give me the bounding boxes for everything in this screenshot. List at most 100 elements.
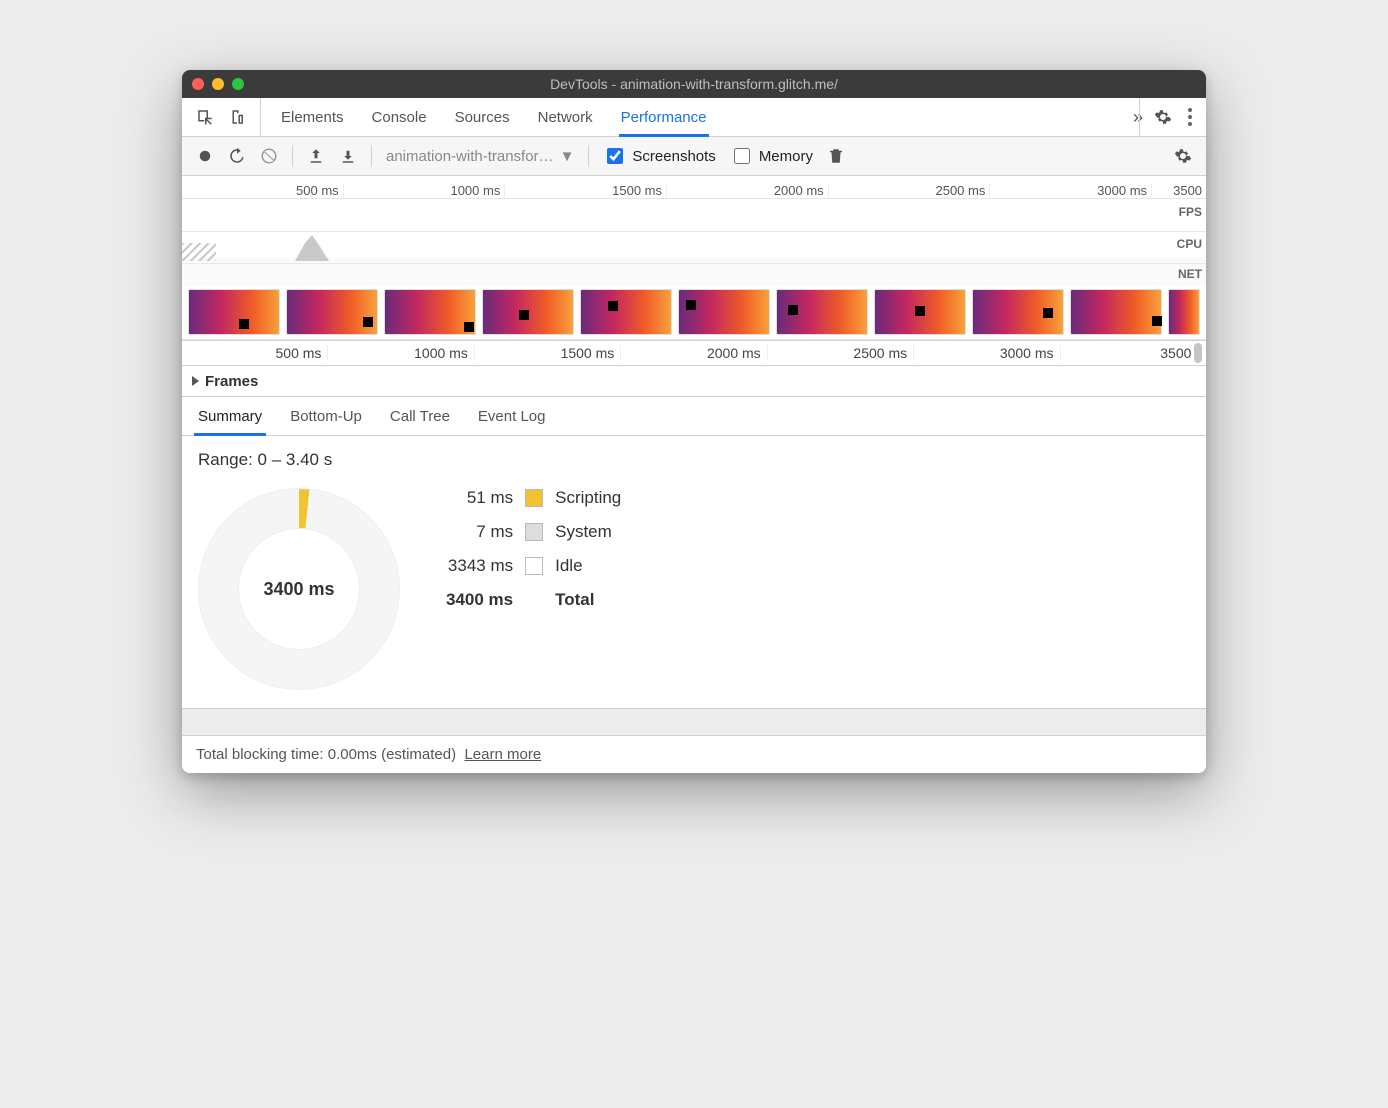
legend-total-time: 3400 ms bbox=[446, 590, 513, 610]
filmstrip-frame[interactable] bbox=[972, 289, 1064, 335]
learn-more-link[interactable]: Learn more bbox=[464, 746, 541, 763]
inspect-element-icon[interactable] bbox=[196, 108, 214, 126]
load-profile-icon[interactable] bbox=[307, 147, 325, 165]
legend-total-label: Total bbox=[555, 590, 621, 610]
screenshots-label: Screenshots bbox=[632, 148, 715, 165]
summary-donut-chart: 3400 ms bbox=[198, 488, 398, 688]
subtab-summary[interactable]: Summary bbox=[198, 397, 262, 435]
anim-box bbox=[1152, 316, 1162, 326]
memory-label: Memory bbox=[759, 148, 813, 165]
main-tabstrip: Elements Console Sources Network Performance… bbox=[182, 98, 1206, 137]
filmstrip-frame[interactable] bbox=[1070, 289, 1162, 335]
scrollbar-thumb[interactable] bbox=[1194, 343, 1202, 363]
ruler-tick: 1000 ms bbox=[327, 345, 473, 361]
legend-swatch bbox=[525, 557, 543, 575]
profile-select-label: animation-with-transfor… bbox=[386, 148, 554, 165]
settings-icon[interactable] bbox=[1154, 108, 1172, 126]
filmstrip-frame[interactable] bbox=[384, 289, 476, 335]
tab-sources[interactable]: Sources bbox=[455, 98, 510, 136]
save-profile-icon[interactable] bbox=[339, 147, 357, 165]
tab-elements[interactable]: Elements bbox=[281, 98, 344, 136]
timeline-ruler[interactable]: 500 ms1000 ms1500 ms2000 ms2500 ms3000 m… bbox=[182, 341, 1206, 366]
dropdown-caret-icon: ▼ bbox=[560, 148, 575, 165]
filmstrip-frame[interactable] bbox=[580, 289, 672, 335]
legend-time: 51 ms bbox=[446, 488, 513, 508]
filmstrip-frame[interactable] bbox=[286, 289, 378, 335]
anim-box bbox=[239, 319, 249, 329]
legend-label: Scripting bbox=[555, 488, 621, 508]
zoom-window-button[interactable] bbox=[232, 78, 244, 90]
ruler-tick: 500 ms bbox=[182, 183, 343, 198]
legend-label: Idle bbox=[555, 556, 621, 576]
tab-network[interactable]: Network bbox=[538, 98, 593, 136]
anim-box bbox=[1043, 308, 1053, 318]
expand-triangle-icon[interactable] bbox=[192, 376, 199, 386]
fps-lane-label: FPS bbox=[1179, 205, 1202, 219]
clear-icon[interactable] bbox=[260, 147, 278, 165]
ruler-tick: 2500 ms bbox=[767, 345, 913, 361]
ruler-tick: 2000 ms bbox=[620, 345, 766, 361]
frames-track-header[interactable]: Frames bbox=[182, 366, 1206, 397]
subtab-event-log[interactable]: Event Log bbox=[478, 397, 546, 435]
resize-strip[interactable] bbox=[182, 708, 1206, 736]
cpu-lane-label: CPU bbox=[1177, 237, 1202, 251]
range-label: Range: 0 – 3.40 s bbox=[198, 450, 1190, 470]
overview-lanes[interactable]: FPS CPU NET bbox=[182, 199, 1206, 285]
legend-time: 7 ms bbox=[446, 522, 513, 542]
filmstrip-frame[interactable] bbox=[776, 289, 868, 335]
filmstrip-frame[interactable] bbox=[482, 289, 574, 335]
titlebar: DevTools - animation-with-transform.glit… bbox=[182, 70, 1206, 98]
collect-garbage-icon[interactable] bbox=[827, 147, 845, 165]
legend-swatch bbox=[525, 489, 543, 507]
summary-panel: Range: 0 – 3.40 s 3400 ms 51 ms Scripting… bbox=[182, 436, 1206, 708]
capture-settings-icon[interactable] bbox=[1174, 147, 1192, 165]
memory-checkbox[interactable]: Memory bbox=[730, 145, 813, 167]
tab-console[interactable]: Console bbox=[372, 98, 427, 136]
summary-legend: 51 ms Scripting 7 ms System 3343 ms Idle 3400 … bbox=[446, 488, 621, 610]
subtab-call-tree[interactable]: Call Tree bbox=[390, 397, 450, 435]
filmstrip-frame[interactable] bbox=[678, 289, 770, 335]
footer-bar: Total blocking time: 0.00ms (estimated) … bbox=[182, 736, 1206, 773]
perf-toolbar: animation-with-transfor… ▼ Screenshots M… bbox=[182, 137, 1206, 176]
tab-performance[interactable]: Performance bbox=[621, 98, 707, 136]
anim-box bbox=[788, 305, 798, 315]
anim-box bbox=[464, 322, 474, 332]
net-lane-label: NET bbox=[1178, 267, 1202, 281]
window-controls bbox=[192, 78, 244, 90]
window-title: DevTools - animation-with-transform.glit… bbox=[182, 76, 1206, 92]
profile-select[interactable]: animation-with-transfor… ▼ bbox=[386, 148, 574, 165]
screenshots-filmstrip[interactable] bbox=[182, 285, 1206, 340]
minimize-window-button[interactable] bbox=[212, 78, 224, 90]
filmstrip-frame[interactable] bbox=[188, 289, 280, 335]
ruler-tick: 1500 ms bbox=[474, 345, 620, 361]
legend-label: System bbox=[555, 522, 621, 542]
subtab-bottom-up[interactable]: Bottom-Up bbox=[290, 397, 362, 435]
kebab-menu-icon[interactable] bbox=[1188, 108, 1192, 126]
legend-time: 3343 ms bbox=[446, 556, 513, 576]
cpu-activity-bump bbox=[295, 235, 329, 261]
ruler-tick: 3000 ms bbox=[913, 345, 1059, 361]
ruler-tick: 500 ms bbox=[182, 345, 327, 361]
legend-swatch bbox=[525, 523, 543, 541]
frames-label: Frames bbox=[205, 373, 258, 390]
device-toggle-icon[interactable] bbox=[228, 108, 246, 126]
anim-box bbox=[519, 310, 529, 320]
anim-box bbox=[608, 301, 618, 311]
ruler-tick: 1500 ms bbox=[504, 183, 666, 198]
overview-ruler[interactable]: 500 ms1000 ms1500 ms2000 ms2500 ms3000 m… bbox=[182, 176, 1206, 199]
screenshots-checkbox[interactable]: Screenshots bbox=[603, 145, 715, 167]
blocking-time-text: Total blocking time: 0.00ms (estimated) bbox=[196, 746, 456, 763]
net-activity bbox=[182, 243, 216, 261]
reload-icon[interactable] bbox=[228, 147, 246, 165]
ruler-tick: 1000 ms bbox=[343, 183, 505, 198]
anim-box bbox=[363, 317, 373, 327]
record-icon[interactable] bbox=[196, 147, 214, 165]
ruler-tick: 3500 r bbox=[1060, 345, 1206, 361]
ruler-tick: 2500 ms bbox=[828, 183, 990, 198]
filmstrip-frame[interactable] bbox=[874, 289, 966, 335]
devtools-window: DevTools - animation-with-transform.glit… bbox=[182, 70, 1206, 773]
donut-center-label: 3400 ms bbox=[238, 528, 360, 650]
anim-box bbox=[686, 300, 696, 310]
filmstrip-frame[interactable] bbox=[1168, 289, 1200, 335]
close-window-button[interactable] bbox=[192, 78, 204, 90]
